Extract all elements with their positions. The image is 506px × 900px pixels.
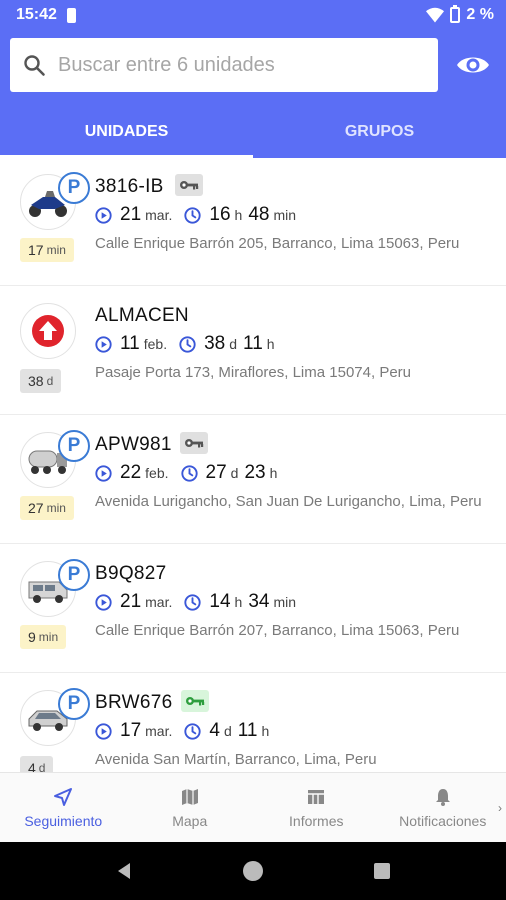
search-icon <box>24 55 45 76</box>
home-icon[interactable] <box>241 859 265 883</box>
unit-name: B9Q827 <box>95 563 167 584</box>
bell-icon <box>435 788 450 806</box>
clock-icon <box>184 207 201 224</box>
units-list[interactable]: P 17 min 3816-IB 21 mar. 16 h 48 min Calle E… <box>0 158 506 772</box>
play-circle-icon <box>95 723 112 740</box>
nav-mapa[interactable]: Mapa <box>127 773 254 842</box>
play-circle-icon <box>95 207 112 224</box>
play-circle-icon <box>95 336 112 353</box>
play-circle-icon <box>95 465 112 482</box>
chevron-right-icon[interactable]: › <box>498 801 502 815</box>
unit-name: BRW676 <box>95 692 173 713</box>
last-update-badge: 27 min <box>20 496 74 520</box>
nav-informes[interactable]: Informes <box>253 773 380 842</box>
unit-row[interactable]: 38 d ALMACEN 11 feb. 38 d 11 h Pasaje Porta … <box>0 287 506 415</box>
unit-times: 21 mar. 14 h 34 min <box>95 591 296 613</box>
clock-icon <box>184 594 201 611</box>
unit-address: Pasaje Porta 173, Miraflores, Lima 15074… <box>95 364 412 381</box>
unit-address: Avenida Lurigancho, San Juan De Luriganc… <box>95 493 482 510</box>
recents-icon[interactable] <box>372 861 392 881</box>
app-header: UNIDADES GRUPOS <box>0 30 506 158</box>
unit-times: 17 mar. 4d 11 h <box>95 720 269 742</box>
bottom-navigation: Seguimiento Mapa Informes Notificaciones… <box>0 772 506 842</box>
tab-grupos[interactable]: GRUPOS <box>253 106 506 158</box>
red-arrow-up-icon <box>20 303 76 359</box>
parked-badge: P <box>58 430 90 462</box>
unit-address: Avenida San Martín, Barranco, Lima, Peru <box>95 751 377 768</box>
last-update-badge: 4d <box>20 756 54 772</box>
ignition-key-icon <box>180 432 208 454</box>
unit-row[interactable]: P 17 min 3816-IB 21 mar. 16 h 48 min Calle E… <box>0 158 506 286</box>
unit-times: 11 feb. 38 d 11 h <box>95 333 275 355</box>
unit-row[interactable]: P 27 min APW981 22 feb. 27 d 23 h Avenida Lu… <box>0 416 506 544</box>
sim-card-icon <box>66 7 76 23</box>
last-update-badge: 9 min <box>20 625 67 649</box>
parked-badge: P <box>58 559 90 591</box>
clock-icon <box>179 336 196 353</box>
clock-icon <box>184 723 201 740</box>
clock-icon <box>181 465 198 482</box>
status-time: 15:42 <box>16 6 57 23</box>
last-update-badge: 38 d <box>20 369 62 393</box>
ignition-key-on-icon <box>181 690 209 712</box>
visibility-eye-icon[interactable] <box>455 48 491 82</box>
unit-name: 3816-IB <box>95 176 164 197</box>
play-circle-icon <box>95 594 112 611</box>
unit-address: Calle Enrique Barrón 205, Barranco, Lima… <box>95 235 460 252</box>
battery-level: 2 % <box>466 6 494 23</box>
tab-bar: UNIDADES GRUPOS <box>0 106 506 158</box>
search-box[interactable] <box>10 38 438 92</box>
nav-seguimiento[interactable]: Seguimiento <box>0 773 127 842</box>
navigation-arrow-icon <box>54 787 73 806</box>
last-update-badge: 17 min <box>20 238 74 262</box>
parked-badge: P <box>58 172 90 204</box>
unit-times: 21 mar. 16 h 48 min <box>95 204 296 226</box>
search-input[interactable] <box>58 53 398 77</box>
unit-row[interactable]: P 9 min B9Q827 21 mar. 14 h 34 min Calle Enr… <box>0 545 506 673</box>
status-right: 2 % <box>426 5 494 24</box>
wifi-icon <box>426 7 445 23</box>
ignition-key-icon <box>175 174 203 196</box>
table-icon <box>308 789 325 804</box>
unit-address: Calle Enrique Barrón 207, Barranco, Lima… <box>95 622 460 639</box>
unit-row[interactable]: P 4d BRW676 17 mar. 4d 11 h Avenida San Ma… <box>0 674 506 772</box>
unit-name: ALMACEN <box>95 305 189 326</box>
battery-icon <box>450 5 461 23</box>
status-bar: 15:42 2 % <box>0 0 506 30</box>
tab-unidades[interactable]: UNIDADES <box>0 106 253 158</box>
system-navigation-bar <box>0 842 506 900</box>
map-icon <box>181 788 198 805</box>
unit-times: 22 feb. 27 d 23 h <box>95 462 277 484</box>
nav-notificaciones[interactable]: Notificaciones <box>380 773 506 842</box>
unit-name: APW981 <box>95 434 172 455</box>
parked-badge: P <box>58 688 90 720</box>
back-icon[interactable] <box>114 861 134 881</box>
